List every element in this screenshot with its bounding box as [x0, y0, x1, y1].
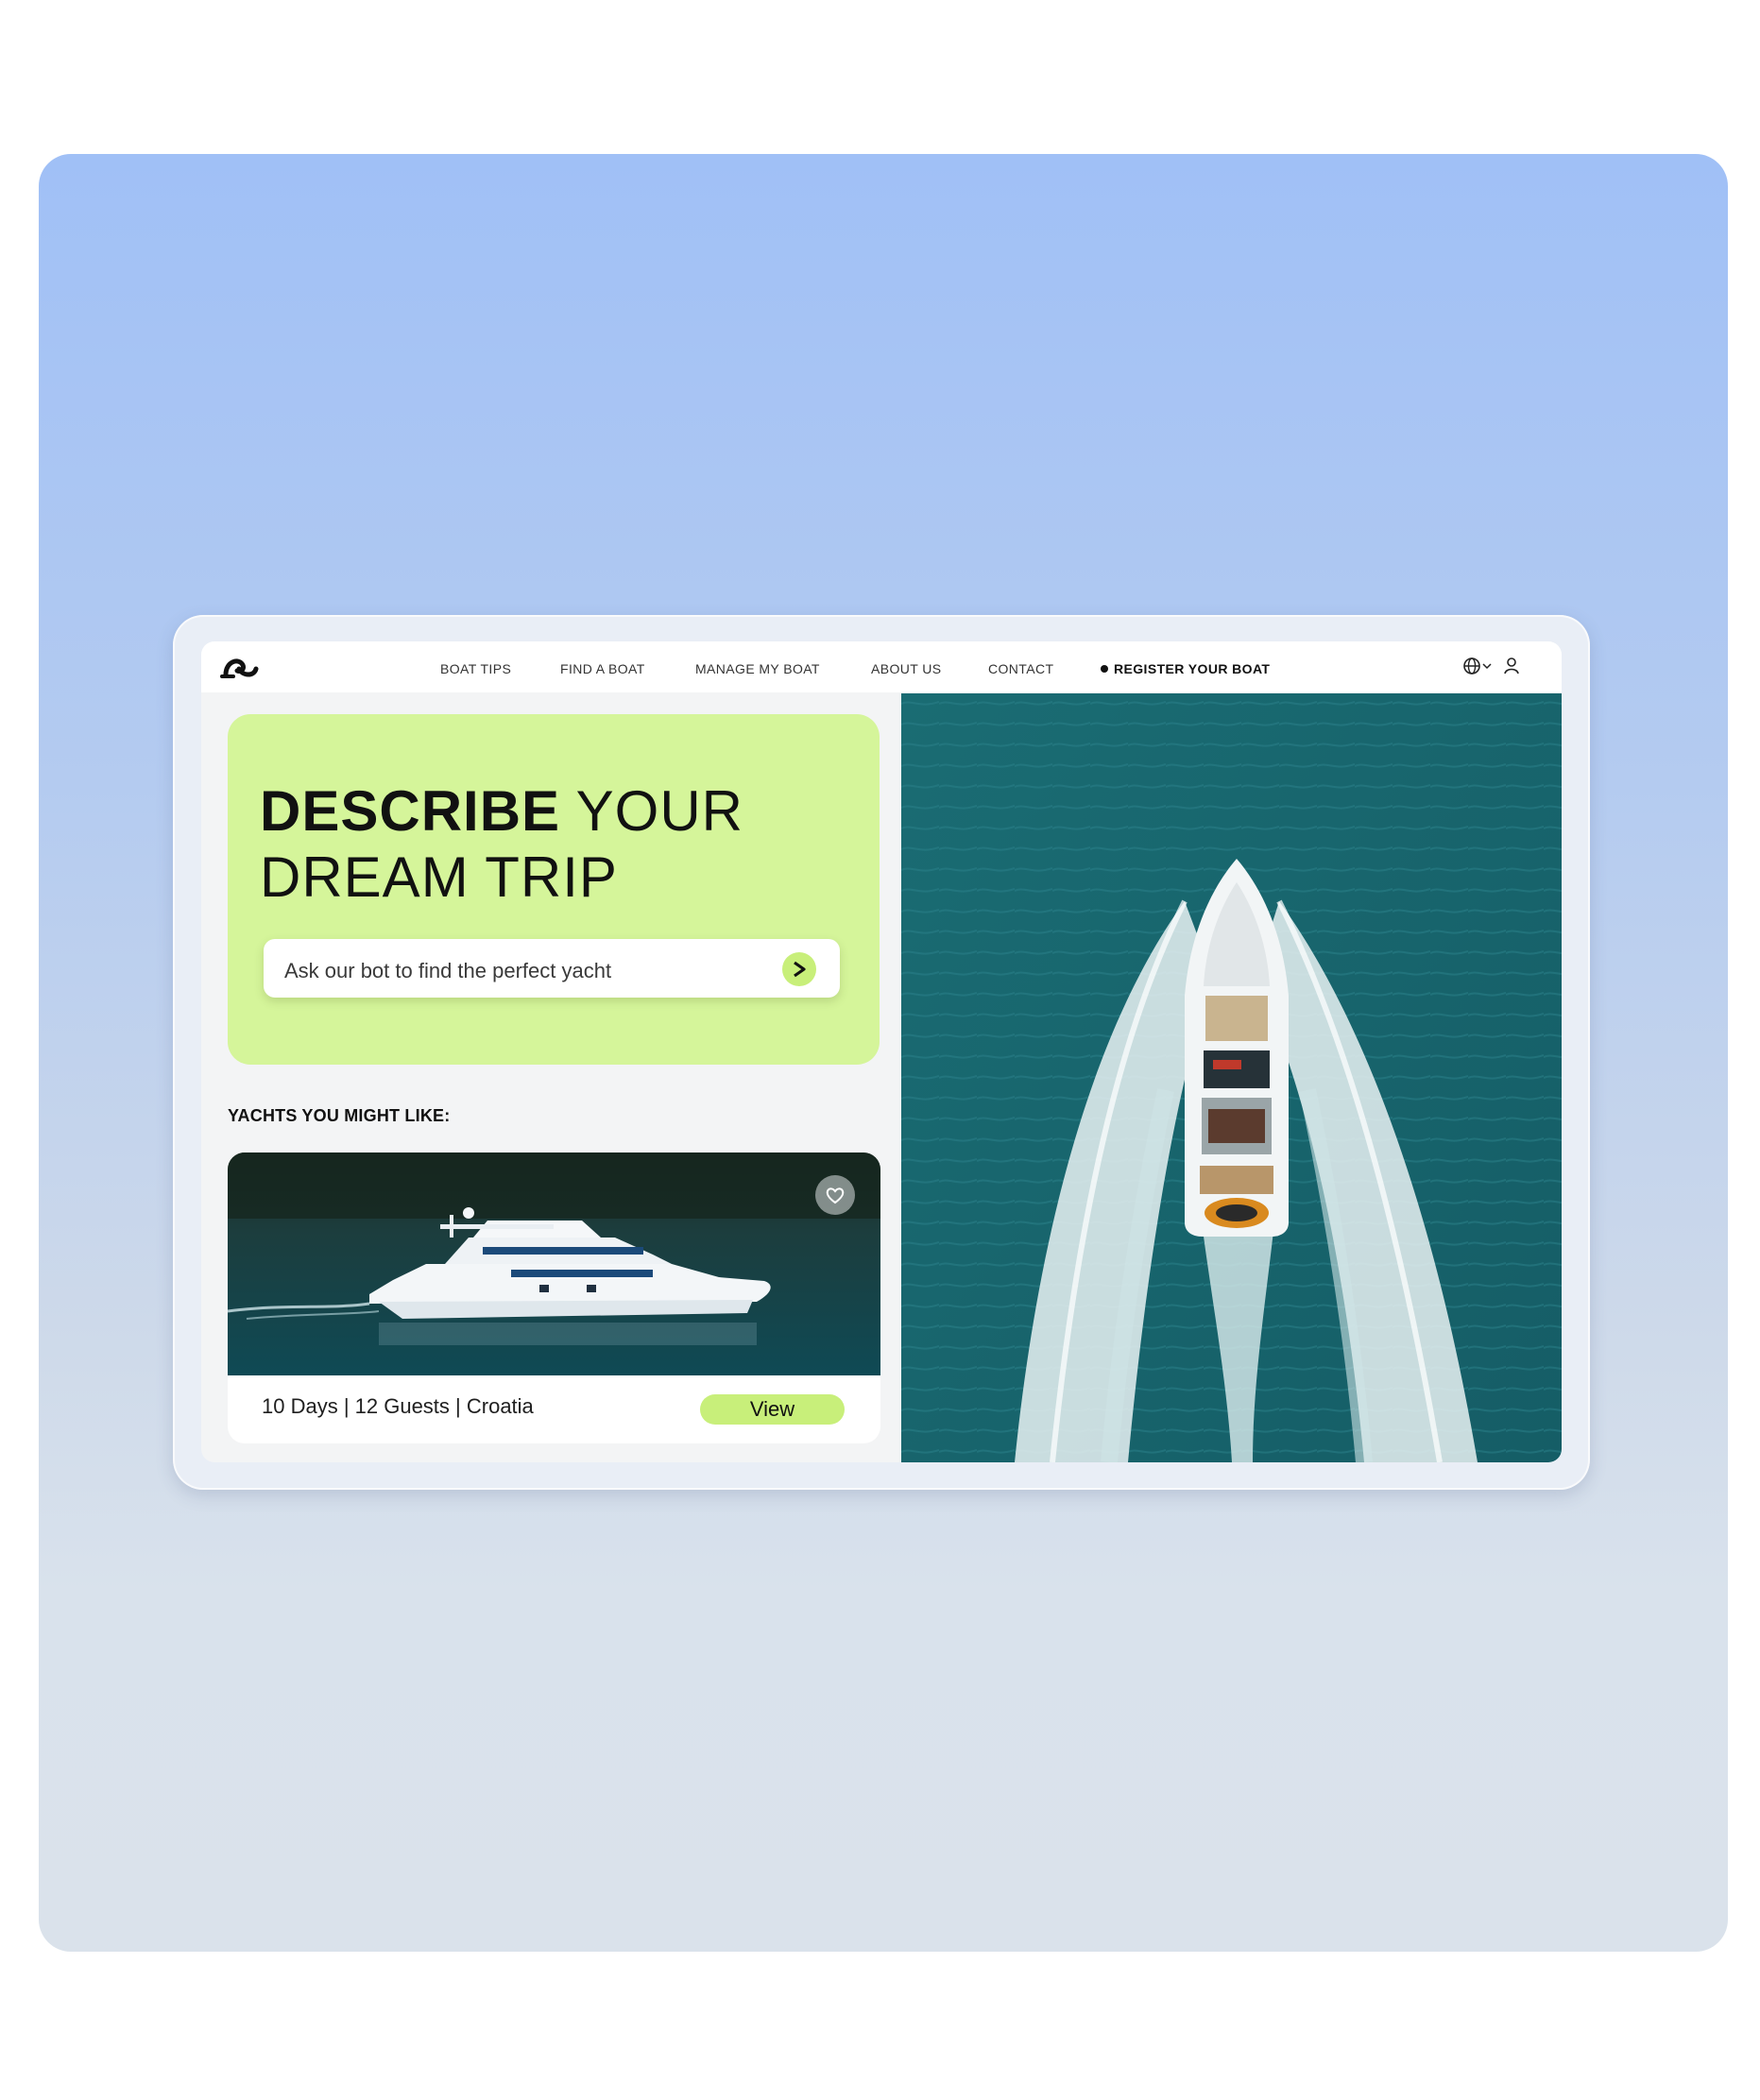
search-placeholder: Ask our bot to find the perfect yacht [284, 959, 612, 982]
hero-card: DESCRIBE YOUR DREAM TRIP Ask our bot to … [228, 714, 880, 1065]
chevron-down-icon[interactable] [1482, 661, 1492, 671]
nav-contact[interactable]: CONTACT [988, 661, 1053, 676]
logo[interactable] [220, 652, 262, 682]
headline-second-line: DREAM TRIP [260, 845, 618, 909]
view-button[interactable]: View [700, 1394, 845, 1425]
favorite-button[interactable] [815, 1175, 855, 1215]
yacht-photo [228, 1152, 880, 1375]
section-title: YACHTS YOU MIGHT LIKE: [228, 1106, 451, 1125]
nav-register-your-boat[interactable]: REGISTER YOUR BOAT [1101, 661, 1270, 676]
nav-find-a-boat[interactable]: FIND A BOAT [560, 661, 645, 676]
send-button[interactable] [782, 952, 816, 986]
yacht-details: 10 Days | 12 Guests | Croatia [262, 1394, 534, 1418]
send-arrow-icon [794, 961, 806, 978]
user-icon[interactable] [1502, 656, 1521, 676]
yacht-card[interactable]: 10 Days | 12 Guests | Croatia View [228, 1152, 880, 1443]
dot-icon [1101, 665, 1108, 673]
aerial-yacht-photo [901, 693, 1562, 1462]
browser-frame: BOAT TIPS FIND A BOAT MANAGE MY BOAT ABO… [173, 615, 1590, 1490]
globe-icon[interactable] [1461, 656, 1482, 676]
register-label: REGISTER YOUR BOAT [1114, 661, 1271, 676]
website-screen: BOAT TIPS FIND A BOAT MANAGE MY BOAT ABO… [201, 641, 1562, 1462]
top-navigation: BOAT TIPS FIND A BOAT MANAGE MY BOAT ABO… [201, 641, 1562, 692]
heart-icon [826, 1187, 845, 1204]
nav-about-us[interactable]: ABOUT US [871, 661, 942, 676]
search-input[interactable]: Ask our bot to find the perfect yacht [264, 939, 840, 998]
headline-word: YOUR [575, 779, 744, 843]
nav-boat-tips[interactable]: BOAT TIPS [440, 661, 511, 676]
hero-headline: DESCRIBE YOUR DREAM TRIP [260, 778, 864, 911]
nav-manage-my-boat[interactable]: MANAGE MY BOAT [695, 661, 820, 676]
headline-bold-word: DESCRIBE [260, 779, 561, 843]
